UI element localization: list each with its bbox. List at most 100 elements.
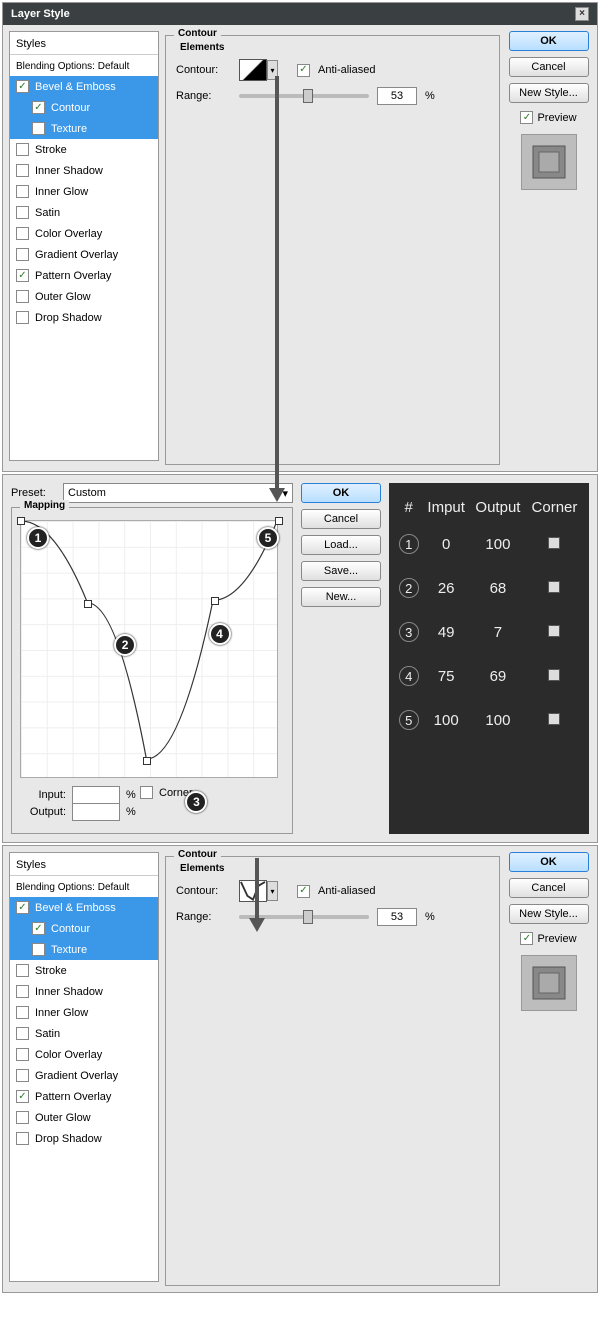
antialias-checkbox-b[interactable]: ✓ bbox=[297, 885, 310, 898]
style-item-color-overlay[interactable]: Color Overlay bbox=[10, 1044, 158, 1065]
blending-options-label-b[interactable]: Blending Options: Default bbox=[10, 876, 158, 897]
style-item-texture[interactable]: Texture bbox=[10, 939, 158, 960]
style-checkbox[interactable]: ✓ bbox=[32, 922, 45, 935]
style-checkbox[interactable] bbox=[16, 164, 29, 177]
mapping-legend: Mapping bbox=[20, 500, 69, 511]
curve-node[interactable] bbox=[17, 517, 25, 525]
style-item-outer-glow[interactable]: Outer Glow bbox=[10, 286, 158, 307]
preset-select[interactable]: Custom ▾ bbox=[63, 483, 293, 503]
style-item-pattern-overlay[interactable]: ✓ Pattern Overlay bbox=[10, 1086, 158, 1107]
style-item-stroke[interactable]: Stroke bbox=[10, 139, 158, 160]
style-checkbox[interactable] bbox=[16, 290, 29, 303]
style-item-contour[interactable]: ✓Contour bbox=[10, 918, 158, 939]
style-label: Gradient Overlay bbox=[35, 1070, 118, 1082]
new-style-button[interactable]: New Style... bbox=[509, 83, 589, 103]
style-item-satin[interactable]: Satin bbox=[10, 1023, 158, 1044]
antialias-checkbox[interactable]: ✓ bbox=[297, 64, 310, 77]
ok-button-b[interactable]: OK bbox=[509, 852, 589, 872]
curve-node[interactable] bbox=[211, 597, 219, 605]
style-item-gradient-overlay[interactable]: Gradient Overlay bbox=[10, 244, 158, 265]
curve-node[interactable] bbox=[143, 757, 151, 765]
style-checkbox[interactable]: ✓ bbox=[16, 269, 29, 282]
chevron-down-icon[interactable]: ▾ bbox=[267, 881, 278, 901]
style-label: Inner Glow bbox=[35, 186, 88, 198]
style-checkbox[interactable] bbox=[16, 1132, 29, 1145]
style-checkbox[interactable] bbox=[16, 1111, 29, 1124]
ok-button[interactable]: OK bbox=[509, 31, 589, 51]
preview-checkbox[interactable]: ✓ bbox=[520, 111, 533, 124]
style-item-inner-glow[interactable]: Inner Glow bbox=[10, 1002, 158, 1023]
style-checkbox[interactable]: ✓ bbox=[16, 80, 29, 93]
range-value-b[interactable]: 53 bbox=[377, 908, 417, 926]
style-checkbox[interactable] bbox=[16, 985, 29, 998]
style-checkbox[interactable] bbox=[16, 1048, 29, 1061]
style-item-outer-glow[interactable]: Outer Glow bbox=[10, 1107, 158, 1128]
style-item-contour[interactable]: ✓Contour bbox=[10, 97, 158, 118]
style-checkbox[interactable] bbox=[16, 1006, 29, 1019]
blending-options-label[interactable]: Blending Options: Default bbox=[10, 55, 158, 76]
editor-save-button[interactable]: Save... bbox=[301, 561, 381, 581]
cell-corner[interactable] bbox=[548, 625, 560, 637]
style-label: Pattern Overlay bbox=[35, 270, 111, 282]
style-checkbox[interactable]: ✓ bbox=[16, 901, 29, 914]
contour-picker-top[interactable]: ▾ bbox=[239, 59, 267, 81]
new-style-button-b[interactable]: New Style... bbox=[509, 904, 589, 924]
style-checkbox[interactable] bbox=[16, 964, 29, 977]
cell-corner[interactable] bbox=[548, 669, 560, 681]
preview-thumbnail bbox=[521, 134, 577, 190]
close-icon[interactable]: × bbox=[575, 7, 589, 21]
editor-load-button[interactable]: Load... bbox=[301, 535, 381, 555]
contour-graph[interactable]: 12345 bbox=[20, 520, 278, 778]
contour-picker-bottom[interactable]: ▾ bbox=[239, 880, 267, 902]
style-checkbox[interactable] bbox=[16, 185, 29, 198]
input-field[interactable] bbox=[72, 786, 120, 804]
style-item-bevel-emboss[interactable]: ✓Bevel & Emboss bbox=[10, 897, 158, 918]
preview-checkbox-b[interactable]: ✓ bbox=[520, 932, 533, 945]
marker-2: 2 bbox=[114, 634, 136, 656]
curve-node[interactable] bbox=[275, 517, 283, 525]
editor-cancel-button[interactable]: Cancel bbox=[301, 509, 381, 529]
style-item-inner-shadow[interactable]: Inner Shadow bbox=[10, 160, 158, 181]
style-item-bevel-emboss[interactable]: ✓Bevel & Emboss bbox=[10, 76, 158, 97]
curve-node[interactable] bbox=[84, 600, 92, 608]
style-item-inner-glow[interactable]: Inner Glow bbox=[10, 181, 158, 202]
style-item-color-overlay[interactable]: Color Overlay bbox=[10, 223, 158, 244]
editor-new-button[interactable]: New... bbox=[301, 587, 381, 607]
style-checkbox[interactable] bbox=[16, 227, 29, 240]
style-item-stroke[interactable]: Stroke bbox=[10, 960, 158, 981]
cell-corner[interactable] bbox=[548, 537, 560, 549]
style-checkbox[interactable] bbox=[16, 311, 29, 324]
style-label: Texture bbox=[51, 123, 87, 135]
cell-output: 7 bbox=[470, 610, 526, 654]
style-checkbox[interactable]: ✓ bbox=[16, 1090, 29, 1103]
corner-checkbox[interactable] bbox=[140, 786, 153, 799]
style-item-drop-shadow[interactable]: Drop Shadow bbox=[10, 307, 158, 328]
style-checkbox[interactable] bbox=[16, 1069, 29, 1082]
output-field[interactable] bbox=[72, 803, 120, 821]
style-checkbox[interactable] bbox=[16, 206, 29, 219]
editor-ok-button[interactable]: OK bbox=[301, 483, 381, 503]
style-label: Pattern Overlay bbox=[35, 1091, 111, 1103]
cancel-button[interactable]: Cancel bbox=[509, 57, 589, 77]
style-checkbox[interactable] bbox=[32, 122, 45, 135]
style-checkbox[interactable] bbox=[16, 143, 29, 156]
style-checkbox[interactable] bbox=[32, 943, 45, 956]
style-checkbox[interactable] bbox=[16, 248, 29, 261]
titlebar: Layer Style × bbox=[3, 3, 597, 25]
style-checkbox[interactable]: ✓ bbox=[32, 101, 45, 114]
style-item-drop-shadow[interactable]: Drop Shadow bbox=[10, 1128, 158, 1149]
cell-corner[interactable] bbox=[548, 581, 560, 593]
cancel-button-b[interactable]: Cancel bbox=[509, 878, 589, 898]
style-item-satin[interactable]: Satin bbox=[10, 202, 158, 223]
style-item-gradient-overlay[interactable]: Gradient Overlay bbox=[10, 1065, 158, 1086]
style-checkbox[interactable] bbox=[16, 1027, 29, 1040]
range-slider[interactable] bbox=[239, 94, 369, 98]
preset-value: Custom bbox=[68, 487, 106, 499]
cell-corner[interactable] bbox=[548, 713, 560, 725]
style-item-inner-shadow[interactable]: Inner Shadow bbox=[10, 981, 158, 1002]
contour-legend: Contour bbox=[174, 28, 221, 39]
style-item-pattern-overlay[interactable]: ✓ Pattern Overlay bbox=[10, 265, 158, 286]
range-value[interactable]: 53 bbox=[377, 87, 417, 105]
style-item-texture[interactable]: Texture bbox=[10, 118, 158, 139]
table-row: 4 75 69 bbox=[395, 654, 583, 698]
